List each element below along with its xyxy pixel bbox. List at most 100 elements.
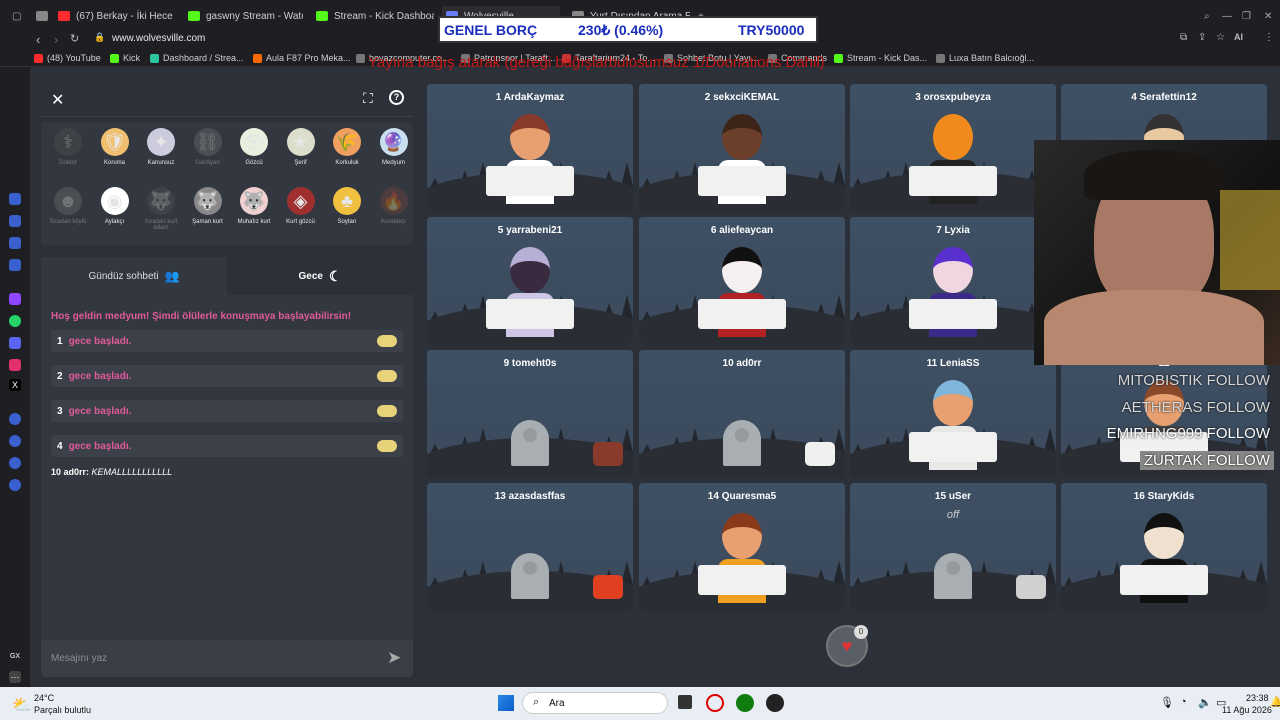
sidebar-app-icon[interactable] [9,259,21,271]
close-window-icon[interactable]: ✕ [1264,6,1272,26]
player-card[interactable]: 15 uSer off [850,483,1056,611]
browser-menu-icon[interactable]: ▢ [12,6,26,26]
maximize-icon[interactable]: ❐ [1242,6,1251,26]
volume-icon[interactable]: 🔈 [1198,696,1212,709]
youtube-icon [58,11,70,21]
chat-input[interactable]: Mesajını yaz ➤ [41,640,413,677]
instagram-icon[interactable] [9,359,21,371]
reload-icon[interactable]: ↻ [70,32,79,45]
player-card[interactable]: 6 aliefeaycan [639,217,845,345]
gx-icon[interactable]: GX [9,651,21,663]
tab-night-chat[interactable]: Gece ☾ [227,257,413,295]
minimize-icon[interactable]: — [1222,6,1232,26]
tab-day-chat[interactable]: Gündüz sohbeti 👥 [41,257,227,295]
role-jailer[interactable]: ⛓ Gardiyan [185,128,231,166]
search-icon[interactable]: ⌕ [1204,6,1210,26]
avatar [698,513,786,603]
extension-icon[interactable]: ⧉ [1180,32,1187,43]
sidebar-app-icon[interactable] [9,193,21,205]
bookmark-item[interactable]: Kick [110,53,140,63]
role-werewolf[interactable]: 🐺 Sıradan kurt adam [138,187,184,231]
player-card[interactable]: 11 LeniaSS [850,350,1056,478]
arsonist-icon: 🔥 [379,187,408,215]
sidebar-app-icon[interactable] [9,237,21,249]
role-jester[interactable]: ♣ Soytarı [324,187,370,225]
settings-icon[interactable] [9,479,21,491]
player-card[interactable]: 5 yarrabeni21 [427,217,633,345]
xbox-icon[interactable] [736,694,754,712]
tab-kick-watch[interactable]: gaswny Stream - Watch Li [188,6,303,26]
kick-icon [316,11,328,21]
player-card[interactable]: 2 sekxciKEMAL [639,84,845,212]
fullscreen-icon[interactable]: ⛶ [363,90,373,107]
role-wolf-seer[interactable]: ◈ Kurt gözcü [278,187,324,225]
sidebar-app-icon[interactable] [9,215,21,227]
role-doctor[interactable]: ⚕ Doktor [45,128,91,166]
windows-start-icon[interactable] [498,695,514,711]
player-name: 11 LeniaSS [926,358,980,369]
bookmark-item[interactable]: (48) YouTube [34,53,101,63]
share-icon[interactable]: ⇪ [1198,32,1206,43]
role-hood[interactable]: ◉ Aylakçı [92,187,138,225]
tab-kick-dashboard[interactable]: Stream - Kick Dashboard [316,6,434,26]
player-card[interactable]: 16 StaryKids [1061,483,1267,611]
player-card[interactable]: 10 ad0rr [639,350,845,478]
avatar [1120,513,1208,603]
player-card[interactable]: 7 Lyxia [850,217,1056,345]
role-scarecrow[interactable]: 🌾 Korkuluk [324,128,370,166]
forward-icon[interactable]: › [54,32,58,47]
bookmark-icon[interactable]: ☆ [1216,32,1225,43]
tab-youtube[interactable]: (67) Berkay - İki Hece (Offi [58,6,176,26]
lock-icon: 🔒 [94,32,106,42]
tab-icon[interactable] [36,6,52,26]
notification-icon[interactable]: 🔔 [1270,697,1280,708]
taskbar-search[interactable]: ⌕ Ara [522,692,668,714]
whatsapp-icon[interactable] [9,315,21,327]
follower-alert: ZURTAK FOLLOW [1139,451,1274,470]
player-card[interactable]: 1 ArdaKaymaz [427,84,633,212]
role-vigilante[interactable]: ✦ Kanunsuz [138,128,184,166]
role-villager[interactable]: ☻ Sıradan köylü [45,187,91,225]
sidebar-app-icon[interactable] [9,413,21,425]
role-bodyguard[interactable]: 🛡 Koruma [92,128,138,166]
role-shaman-wolf[interactable]: 🐺 Şaman kurt [185,187,231,225]
x-icon[interactable]: X [9,379,21,391]
history-icon[interactable] [9,435,21,447]
webcam-overlay [1034,140,1280,365]
help-icon[interactable]: ? [389,90,404,105]
player-card[interactable]: 14 Quaresma5 [639,483,845,611]
bookmark-item[interactable]: Dashboard / Strea... [150,53,244,63]
role-sheriff[interactable]: ★ Şerif [278,128,324,166]
heart-reaction-button[interactable]: ♥ 0 [826,625,868,667]
bookmark-item[interactable]: Luxa Batın Balcıoğl... [936,53,1034,63]
close-icon[interactable]: ✕ [51,90,64,110]
more-icon[interactable]: ⋯ [9,671,21,683]
player-card[interactable]: 3 orosxpubeyza [850,84,1056,212]
player-card[interactable]: 9 tomeht0s [427,350,633,478]
jailer-icon: ⛓ [193,128,222,156]
bookmark-item[interactable]: Stream - Kick Das... [834,53,927,63]
role-arsonist[interactable]: 🔥 Kundakçı [371,187,417,225]
discord-icon[interactable] [9,337,21,349]
menu-icon[interactable]: ⋮ [1264,32,1274,43]
search-icon: ⌕ [533,696,540,708]
app-icon[interactable] [766,694,784,712]
twitch-icon[interactable] [9,293,21,305]
back-icon[interactable]: ‹ [36,32,40,47]
player-card[interactable]: 13 azasdasffas [427,483,633,611]
role-guardian-wolf[interactable]: 🐺 Muhafız kurt [231,187,277,225]
task-view-icon[interactable] [678,695,692,709]
role-badge-icon [593,442,623,466]
opera-icon[interactable] [706,694,724,712]
url-field[interactable]: www.wolvesville.com [112,33,205,44]
role-eye[interactable]: 👁 Gözcü [231,128,277,166]
microphone-icon[interactable]: 🎙 [1160,696,1174,709]
kick-icon [188,11,200,21]
sidebar-app-icon[interactable] [9,457,21,469]
role-crystal-ball[interactable]: 🔮 Medyum [371,128,417,166]
ai-icon[interactable]: AI [1234,32,1243,42]
send-icon[interactable]: ➤ [387,648,401,668]
weather-icon[interactable]: ⛅ [12,695,32,715]
wifi-icon[interactable]: ◔ [1180,696,1187,708]
bookmark-item[interactable]: Aula F87 Pro Meka... [253,53,351,63]
